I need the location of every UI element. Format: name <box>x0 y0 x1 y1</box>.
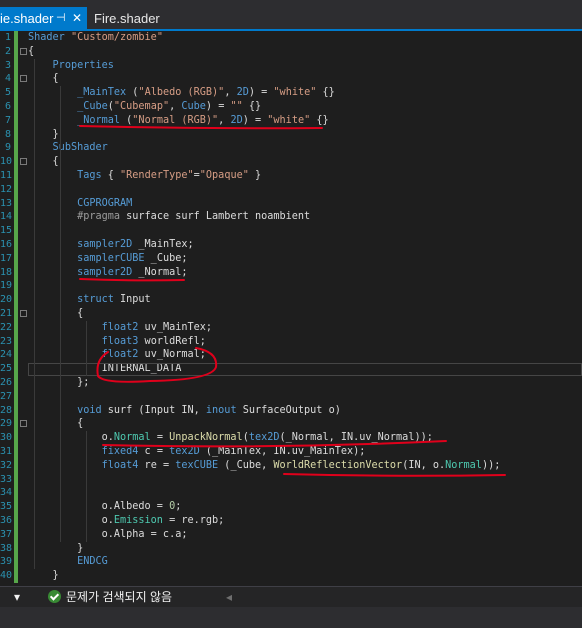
code-line[interactable]: samplerCUBE _Cube; <box>28 252 187 266</box>
code-line[interactable]: } <box>28 128 59 142</box>
line-number: 29 <box>0 418 13 430</box>
code-line[interactable]: } <box>28 542 83 556</box>
line-number: 36 <box>0 515 13 526</box>
fold-toggle-icon[interactable] <box>20 310 27 317</box>
line-number: 7 <box>4 114 11 126</box>
line-number: 17 <box>0 252 13 264</box>
line-number: 2 <box>4 45 11 57</box>
line-number: 27 <box>0 390 13 402</box>
code-line[interactable]: #pragma surface surf Lambert noambient <box>28 210 310 224</box>
code-line[interactable]: float3 worldRefl; <box>28 335 206 349</box>
line-number: 37 <box>0 528 13 540</box>
line-number: 33 <box>0 473 13 485</box>
dropdown-arrow-icon[interactable]: ▾ <box>14 587 20 607</box>
fold-toggle-icon[interactable] <box>20 420 27 428</box>
line-number: 40 <box>0 570 13 582</box>
code-line[interactable]: }; <box>28 376 89 390</box>
line-number: 22 <box>0 321 13 333</box>
line-number: 3 <box>4 59 11 71</box>
code-line[interactable]: float4 re = texCUBE (_Cube, WorldReflect… <box>28 459 501 473</box>
code-line[interactable]: struct Input <box>28 293 151 307</box>
code-line[interactable]: { <box>28 155 59 169</box>
line-number: 6 <box>4 101 11 112</box>
code-line[interactable]: o.Albedo = 0; <box>28 500 182 514</box>
tab-zombie-shader[interactable]: ie.shader ⊣ ✕ <box>0 7 87 30</box>
code-line[interactable]: float2 uv_MainTex; <box>28 321 212 335</box>
indent-guide <box>86 320 87 376</box>
tab-label: Fire.shader <box>94 11 160 26</box>
line-number: 13 <box>0 197 13 209</box>
line-number: 16 <box>0 239 13 250</box>
tab-label: ie.shader <box>0 11 54 26</box>
line-number: 35 <box>0 501 13 513</box>
close-icon[interactable]: ✕ <box>72 7 82 30</box>
line-number: 38 <box>0 542 13 554</box>
indent-guide <box>34 58 35 570</box>
line-number: 8 <box>4 128 11 140</box>
code-line[interactable]: Properties <box>28 59 114 73</box>
line-number: 5 <box>4 87 11 99</box>
line-number: 20 <box>0 294 13 306</box>
code-line[interactable]: SubShader <box>28 141 108 155</box>
line-number: 25 <box>0 363 13 375</box>
pin-icon[interactable]: ⊣ <box>56 7 66 30</box>
line-number: 14 <box>0 211 13 223</box>
line-number: 12 <box>0 183 13 195</box>
line-number: 18 <box>0 266 13 278</box>
line-number: 21 <box>0 308 13 319</box>
code-line[interactable]: fixed4 c = tex2D (_MainTex, IN.uv_MainTe… <box>28 445 366 459</box>
line-number: 23 <box>0 335 13 347</box>
no-issues-icon <box>48 590 61 603</box>
code-line[interactable]: Shader "Custom/zombie" <box>28 31 163 45</box>
fold-toggle-icon[interactable] <box>20 158 27 166</box>
code-line[interactable]: Tags { "RenderType"="Opaque" } <box>28 169 261 183</box>
line-number: 10 <box>0 156 13 168</box>
code-line[interactable]: { <box>28 45 34 59</box>
line-number: 32 <box>0 459 13 471</box>
code-line[interactable]: sampler2D _Normal; <box>28 266 187 280</box>
fold-toggle-icon[interactable] <box>20 47 27 55</box>
bottom-panel <box>0 607 582 628</box>
code-line[interactable]: sampler2D _MainTex; <box>28 238 194 252</box>
line-number: 28 <box>0 404 13 416</box>
code-line[interactable]: o.Alpha = c.a; <box>28 528 188 542</box>
scroll-left-icon[interactable]: ◂ <box>226 587 232 607</box>
code-line[interactable]: void surf (Input IN, inout SurfaceOutput… <box>28 404 341 418</box>
code-line[interactable]: o.Emission = re.rgb; <box>28 514 225 528</box>
code-line[interactable]: } <box>28 569 59 583</box>
line-number: 39 <box>0 556 13 568</box>
status-bar: ▾ 문제가 검색되지 않음 ◂ <box>0 586 582 607</box>
line-number: 15 <box>0 225 13 237</box>
code-line[interactable]: CGPROGRAM <box>28 197 132 211</box>
line-number: 19 <box>0 280 13 292</box>
code-line[interactable]: float2 uv_Normal; <box>28 348 206 362</box>
code-line[interactable]: { <box>28 307 83 321</box>
line-number: 4 <box>4 73 11 85</box>
issues-status-text[interactable]: 문제가 검색되지 않음 <box>66 587 172 607</box>
code-line[interactable]: _MainTex ("Albedo (RGB)", 2D) = "white" … <box>28 86 335 100</box>
current-line-highlight <box>28 362 582 376</box>
line-number: 26 <box>0 377 13 388</box>
code-line[interactable]: ENDCG <box>28 555 108 569</box>
line-number: 24 <box>0 349 13 361</box>
code-line[interactable]: { <box>28 417 83 431</box>
code-line[interactable]: { <box>28 72 59 86</box>
change-indicator <box>14 31 18 583</box>
tab-fire-shader[interactable]: Fire.shader <box>90 7 160 30</box>
code-line[interactable]: _Cube("Cubemap", Cube) = "" {} <box>28 100 261 114</box>
line-number: 31 <box>0 446 13 457</box>
line-number: 30 <box>0 432 13 444</box>
line-number: 34 <box>0 487 13 499</box>
line-number: 9 <box>4 142 11 154</box>
fold-toggle-icon[interactable] <box>20 75 27 83</box>
line-number: 1 <box>4 32 11 43</box>
code-editor[interactable]: 1 Shader "Custom/zombie" 2 {3 Properties 4 {… <box>0 31 582 586</box>
code-line[interactable]: o.Normal = UnpackNormal(tex2D(_Normal, I… <box>28 431 433 445</box>
tab-bar: ie.shader ⊣ ✕ Fire.shader <box>0 0 582 30</box>
line-number: 11 <box>0 170 13 181</box>
indent-guide <box>60 86 61 542</box>
indent-guide <box>86 431 87 542</box>
code-line[interactable]: _Normal ("Normal (RGB)", 2D) = "white" {… <box>28 114 329 128</box>
